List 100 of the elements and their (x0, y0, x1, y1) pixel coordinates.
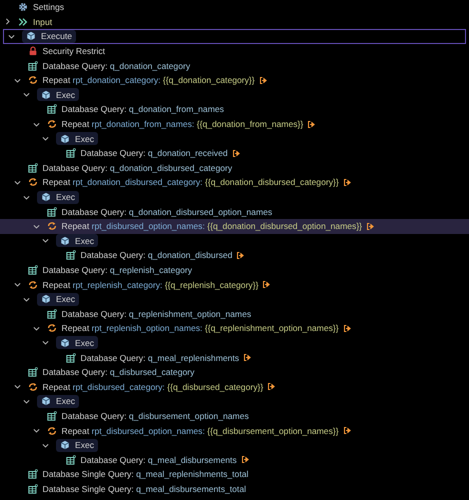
tree-row[interactable]: Settings (0, 0, 469, 15)
table-icon (28, 264, 38, 275)
node-label: Repeat rpt_disbursed_category: {{q_disbursed_category}} (42, 380, 264, 393)
tree-row[interactable]: Database Query: q_meal_disbursements (0, 452, 469, 467)
repeat-icon (46, 119, 56, 130)
node-label: Exec (75, 234, 94, 247)
node-label: Database Query: q_disbursement_option_names (62, 410, 249, 422)
link-arrow-icon[interactable] (262, 280, 272, 290)
link-arrow-icon[interactable] (342, 426, 352, 436)
node-chip[interactable]: Exec (56, 438, 98, 452)
node-label: Repeat rpt_disbursed_option_names: {{q_donation_disbursed_option_names}} (62, 220, 362, 232)
tree-row[interactable]: Input (0, 14, 469, 30)
tree-row[interactable]: Database Query: q_donation_received (0, 146, 469, 161)
repeat-icon (46, 323, 56, 334)
tree-row[interactable]: Database Query: q_disbursed_category (0, 364, 469, 380)
tree-row[interactable]: Database Query: q_replenish_category (0, 262, 469, 278)
cube-icon (60, 440, 70, 450)
link-arrow-icon[interactable] (232, 148, 241, 158)
repeat-icon (28, 177, 38, 188)
tree-row[interactable]: Repeat rpt_disbursed_option_names: {{q_disbursement_option_names}} (0, 423, 469, 438)
link-arrow-icon[interactable] (342, 324, 352, 333)
node-label: Repeat rpt_replenish_category: {{q_replenish_category}} (42, 278, 258, 291)
link-arrow-icon[interactable] (342, 178, 352, 187)
tree-row[interactable]: Exec (0, 131, 469, 146)
node-chip[interactable]: Exec (56, 132, 98, 146)
node-label: Exec (56, 88, 76, 101)
cube-icon (60, 236, 70, 246)
node-label: Execute (41, 30, 72, 42)
gear-icon (18, 2, 28, 12)
table-icon (46, 206, 56, 217)
tree-row[interactable]: Repeat rpt_disbursed_option_names: {{q_donation_disbursed_option_names}} (0, 218, 469, 234)
chevron-right-icon[interactable] (3, 17, 12, 26)
table-icon (46, 104, 56, 114)
tree-row[interactable]: Repeat rpt_donation_from_names: {{q_donation_from_names}} (0, 116, 469, 132)
chevron-down-icon[interactable] (41, 338, 50, 348)
chevron-down-icon[interactable] (22, 90, 31, 100)
chevron-down-icon[interactable] (32, 426, 40, 436)
link-arrow-icon[interactable] (243, 353, 252, 362)
chevron-down-icon[interactable] (12, 382, 22, 392)
link-arrow-icon[interactable] (267, 382, 276, 392)
tree-row[interactable]: Database Query: q_disbursement_option_names (0, 408, 469, 424)
double-chevron-icon (18, 16, 28, 27)
link-arrow-icon[interactable] (240, 455, 250, 464)
node-chip[interactable]: Exec (56, 336, 98, 350)
repeat-icon (28, 382, 38, 392)
tree-row[interactable]: Database Single Query: q_meal_disbursements_total (0, 482, 469, 496)
node-label: Input (33, 16, 52, 28)
node-label: Settings (33, 1, 64, 14)
link-arrow-icon[interactable] (236, 250, 246, 260)
chevron-down-icon[interactable] (12, 280, 22, 290)
tree-row[interactable]: Database Query: q_replenishment_option_names (0, 306, 469, 322)
node-chip[interactable]: Exec (37, 292, 80, 306)
node-chip[interactable]: Exec (37, 394, 80, 408)
node-label: Database Query: q_replenish_category (42, 264, 192, 276)
tree-row[interactable]: Exec (0, 394, 469, 409)
node-label: Database Query: q_meal_replenishments (80, 352, 240, 364)
tree-row[interactable]: Repeat rpt_disbursed_category: {{q_disbursed_category}} (0, 379, 469, 394)
link-arrow-icon[interactable] (307, 120, 316, 129)
tree-row[interactable]: Repeat rpt_replenish_option_names: {{q_replenishment_option_names}} (0, 321, 469, 336)
tree-row[interactable]: Security Restrict (0, 44, 469, 58)
node-chip[interactable]: Exec (37, 190, 80, 204)
table-icon (66, 250, 76, 260)
node-chip[interactable]: Exec (56, 234, 98, 248)
chevron-down-icon[interactable] (41, 134, 50, 144)
cube-icon (60, 338, 70, 348)
tree-row[interactable]: Repeat rpt_donation_category: {{q_donation_category}} (0, 72, 469, 88)
tree-row[interactable]: Execute (3, 29, 466, 44)
tree-row[interactable]: Database Query: q_donation_from_names (0, 102, 469, 117)
tree-row[interactable]: Exec (0, 88, 469, 102)
node-chip[interactable]: Exec (37, 88, 80, 102)
node-chip[interactable]: Execute (22, 30, 76, 43)
tree-row[interactable]: Exec (0, 438, 469, 452)
table-icon (28, 367, 38, 378)
node-label: Database Query: q_donation_category (42, 60, 190, 72)
tree-row[interactable]: Database Single Query: q_meal_replenishments_total (0, 467, 469, 482)
link-arrow-icon[interactable] (366, 222, 376, 231)
tree-row[interactable]: Database Query: q_donation_disbursed (0, 248, 469, 263)
node-label: Database Single Query: q_meal_replenishments_total (42, 468, 248, 480)
tree-row[interactable]: Exec (0, 336, 469, 350)
node-label: Exec (56, 191, 76, 204)
tree-row[interactable]: Database Query: q_donation_disbursed_option_names (0, 204, 469, 219)
tree-row[interactable]: Database Query: q_donation_disbursed_category (0, 160, 469, 176)
node-label: Database Query: q_donation_disbursed_category (42, 162, 232, 174)
tree-row[interactable]: Exec (0, 234, 469, 248)
tree-row[interactable]: Repeat rpt_replenish_category: {{q_replenish_category}} (0, 277, 469, 292)
tree-row[interactable]: Database Query: q_donation_category (0, 58, 469, 73)
tree-row[interactable]: Exec (0, 190, 469, 204)
tree-row[interactable]: Repeat rpt_donation_disbursed_category: {{q_donation_disbursed_category}} (0, 175, 469, 190)
chevron-down-icon[interactable] (41, 236, 50, 246)
tree-row[interactable]: Database Query: q_meal_replenishments (0, 350, 469, 365)
table-icon (46, 308, 56, 319)
node-label: Repeat rpt_donation_disbursed_category: {{q_donation_disbursed_category}} (42, 176, 339, 188)
lock-icon (28, 46, 38, 56)
tree-row[interactable]: Exec (0, 292, 469, 306)
table-icon (46, 410, 56, 421)
link-arrow-icon[interactable] (258, 76, 268, 85)
node-label: Exec (75, 336, 94, 349)
node-label: Repeat rpt_replenish_option_names: {{q_replenishment_option_names}} (62, 322, 339, 334)
table-icon (28, 162, 38, 173)
cube-icon (60, 134, 70, 144)
